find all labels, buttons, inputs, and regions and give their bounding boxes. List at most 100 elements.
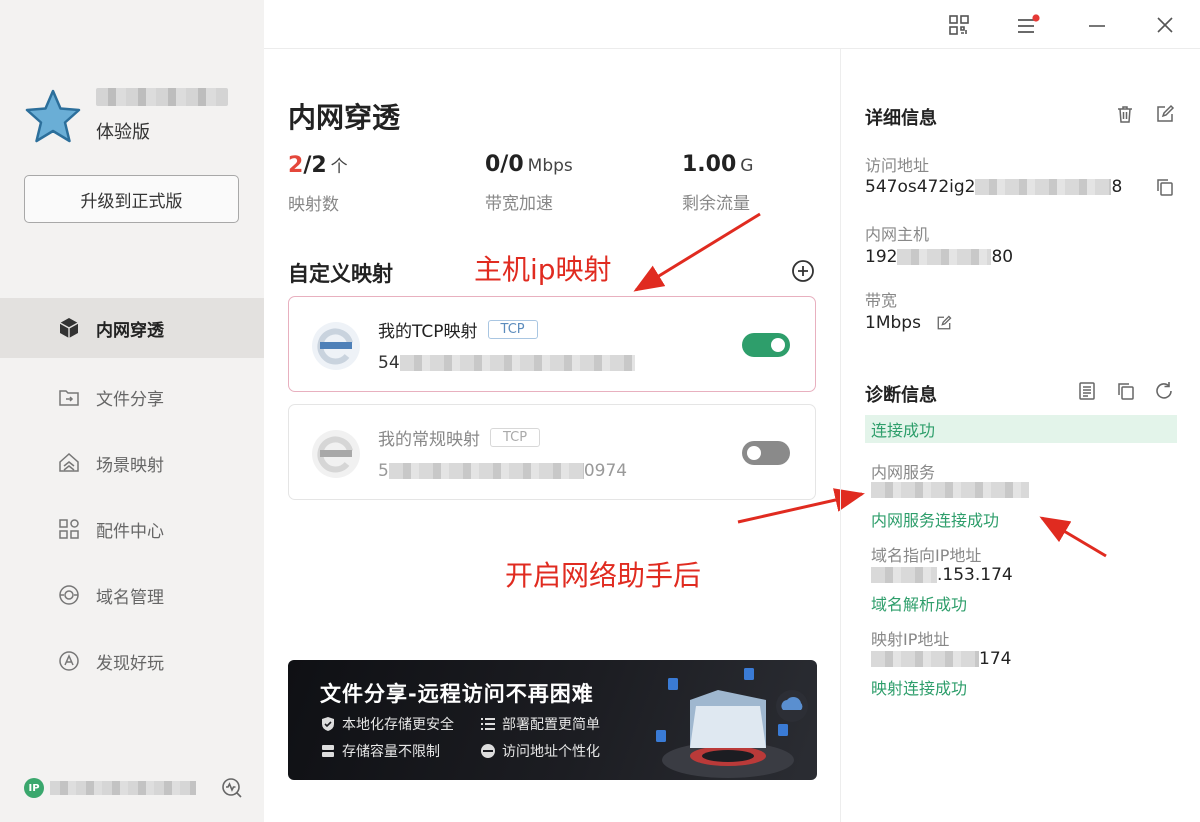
detail-title: 详细信息 xyxy=(865,108,937,129)
qr-code-button[interactable] xyxy=(944,10,974,40)
sidebar-item-accessories[interactable]: 配件中心 xyxy=(0,496,264,562)
stat-unit: Mbps xyxy=(527,156,573,176)
toggle-knob xyxy=(771,338,785,352)
user-name-redacted xyxy=(96,88,228,106)
right-panel-divider xyxy=(840,49,841,822)
mapped-ip-value: 174 xyxy=(871,649,1011,669)
sidebar-item-scene[interactable]: 场景映射 xyxy=(0,430,264,496)
page-title: 内网穿透 xyxy=(288,101,401,134)
storage-icon xyxy=(322,745,334,757)
banner-feature: 本地化存储更安全 xyxy=(320,714,454,734)
minimize-icon xyxy=(1089,25,1105,27)
network-check-icon[interactable] xyxy=(220,776,244,800)
sidebar-item-label: 文件分享 xyxy=(96,389,164,410)
sidebar-item-discover[interactable]: 发现好玩 xyxy=(0,628,264,694)
globe-icon xyxy=(56,582,82,608)
home-layers-icon xyxy=(56,450,82,476)
bandwidth-text: 1Mbps xyxy=(865,313,921,333)
add-mapping-icon[interactable] xyxy=(791,259,815,283)
sidebar-item-label: 内网穿透 xyxy=(96,320,164,341)
stat-value: /2 xyxy=(303,153,327,178)
mapping-address-redacted xyxy=(399,355,635,371)
intranet-service-label: 内网服务 xyxy=(871,463,936,482)
stat-label: 剩余流量 xyxy=(682,194,750,214)
copy-icon[interactable] xyxy=(1154,176,1176,198)
sidebar-item-label: 发现好玩 xyxy=(96,653,164,674)
mapping-logo-icon xyxy=(312,322,360,370)
domain-resolve-status: 域名解析成功 xyxy=(871,595,968,614)
domain-ip-value: .153.174 xyxy=(871,565,1013,585)
banner-feature-label: 访问地址个性化 xyxy=(502,744,600,760)
sidebar-item-label: 域名管理 xyxy=(96,587,164,608)
sidebar-item-label: 场景映射 xyxy=(96,455,164,476)
sidebar: 体验版 升级到正式版 内网穿透 文件分享 场景映射 配件中心 域名管理 发现好玩… xyxy=(0,0,264,822)
protocol-tag: TCP xyxy=(490,428,541,447)
user-tier: 体验版 xyxy=(96,122,150,143)
minimize-button[interactable] xyxy=(1082,10,1112,40)
intranet-host-redacted xyxy=(897,249,992,265)
mapping-address-redacted xyxy=(388,463,584,479)
close-button[interactable] xyxy=(1150,10,1180,40)
intranet-service-redacted xyxy=(871,482,1029,498)
trash-icon[interactable] xyxy=(1114,103,1136,125)
access-address-redacted xyxy=(975,179,1112,195)
close-icon xyxy=(1157,17,1173,33)
intranet-host-suffix: 80 xyxy=(991,247,1014,267)
edit-icon[interactable] xyxy=(1154,103,1176,125)
mapping-address-suffix: 0974 xyxy=(583,461,628,481)
intranet-service-status: 内网服务连接成功 xyxy=(871,511,1000,530)
access-address-label: 访问地址 xyxy=(865,156,930,175)
mapping-address-prefix: 54 xyxy=(378,353,400,373)
upgrade-button[interactable]: 升级到正式版 xyxy=(24,175,239,223)
banner-title: 文件分享-远程访问不再困难 xyxy=(320,682,594,706)
topbar-divider xyxy=(264,48,1200,49)
edit-bandwidth-icon[interactable] xyxy=(935,314,953,332)
diagnosis-status: 连接成功 xyxy=(865,415,1177,443)
domain-ip-label: 域名指向IP地址 xyxy=(871,546,982,565)
stat-value: 0/0 xyxy=(485,152,524,177)
grid-apps-icon xyxy=(56,516,82,542)
protocol-tag: TCP xyxy=(487,320,538,339)
star-avatar-icon[interactable] xyxy=(24,88,82,146)
mapping-toggle[interactable] xyxy=(742,333,790,357)
file-share-banner[interactable]: 文件分享-远程访问不再困难 本地化存储更安全 部署配置更简单 存储容量不限制 访… xyxy=(288,660,817,780)
intranet-service-value xyxy=(871,482,1029,498)
diagnosis-title: 诊断信息 xyxy=(865,385,937,406)
browser-e-icon xyxy=(481,744,495,758)
mapping-logo-icon xyxy=(312,430,360,478)
stat-value-highlight: 2 xyxy=(288,153,304,178)
ip-address-redacted xyxy=(50,781,196,795)
mapping-card-tcp[interactable]: 我的TCP映射 TCP 54 xyxy=(288,296,816,392)
sidebar-item-label: 配件中心 xyxy=(96,521,164,542)
mapping-name: 我的TCP映射 xyxy=(378,322,478,342)
stat-unit: 个 xyxy=(330,157,348,177)
banner-feature: 部署配置更简单 xyxy=(480,714,600,734)
log-icon[interactable] xyxy=(1076,380,1098,402)
toggle-knob xyxy=(747,446,761,460)
domain-ip-redacted xyxy=(871,567,937,583)
stat-label: 映射数 xyxy=(288,195,339,215)
menu-button[interactable] xyxy=(1012,10,1042,40)
mapping-toggle[interactable] xyxy=(742,441,790,465)
mapped-ip-redacted xyxy=(871,651,979,667)
stat-bandwidth-boost: 0/0 Mbps 带宽加速 xyxy=(485,152,573,214)
qr-code-icon xyxy=(949,15,969,35)
sidebar-item-file-share[interactable]: 文件分享 xyxy=(0,364,264,430)
annotation-host-ip: 主机ip映射 xyxy=(474,253,612,286)
compass-icon xyxy=(56,648,82,674)
refresh-icon[interactable] xyxy=(1153,380,1175,402)
sidebar-item-domain[interactable]: 域名管理 xyxy=(0,562,264,628)
shield-check-icon xyxy=(322,717,334,731)
mapping-address-prefix: 5 xyxy=(378,461,389,481)
copy-diagnosis-icon[interactable] xyxy=(1115,380,1137,402)
intranet-host-prefix: 192 xyxy=(865,247,898,267)
intranet-host-value: 192 80 xyxy=(865,247,1013,267)
sidebar-nav: 内网穿透 文件分享 场景映射 配件中心 域名管理 发现好玩 xyxy=(0,298,264,694)
banner-illustration xyxy=(656,668,808,778)
mapped-ip-suffix: 174 xyxy=(979,649,1012,669)
sidebar-item-intranet[interactable]: 内网穿透 xyxy=(0,298,264,358)
stat-remaining-traffic: 1.00 G 剩余流量 xyxy=(682,152,753,214)
stat-mapping-count: 2/2 个 映射数 xyxy=(288,152,348,215)
mapping-card-regular[interactable]: 我的常规映射 TCP 5 0974 xyxy=(288,404,816,500)
annotation-after-helper: 开启网络助手后 xyxy=(505,559,702,592)
